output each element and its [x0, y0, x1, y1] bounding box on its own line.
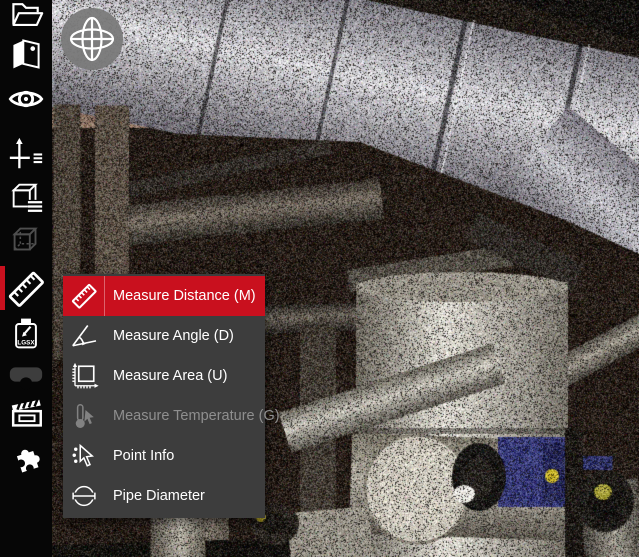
- orbit-gizmo-icon[interactable]: [57, 4, 127, 74]
- sidebar-item-vr-mode: [6, 354, 46, 394]
- folder-open-icon: [8, 0, 44, 33]
- menu-item-label: Measure Angle (D): [105, 328, 234, 344]
- puzzle-icon: [8, 440, 44, 476]
- sidebar-item-visibility[interactable]: [6, 79, 46, 119]
- menu-item-label: Measure Temperature (G): [105, 408, 280, 424]
- ruler-icon: [63, 276, 105, 316]
- cube-icon: [7, 221, 45, 259]
- menu-item-measure-angle[interactable]: Measure Angle (D): [63, 316, 265, 356]
- sidebar-item-plugins[interactable]: [6, 438, 46, 478]
- sidebar-item-views[interactable]: [6, 34, 46, 74]
- menu-item-label: Point Info: [105, 448, 174, 464]
- menu-item-label: Measure Area (U): [105, 368, 227, 384]
- thermometer-icon: [63, 396, 105, 436]
- map-book-icon: [8, 36, 44, 72]
- angle-icon: [63, 316, 105, 356]
- area-icon: [63, 356, 105, 396]
- lgsx-label: LGSX: [17, 340, 35, 347]
- toolbar-sidebar: LGSX: [0, 0, 52, 557]
- sidebar-item-animation[interactable]: [6, 394, 46, 434]
- lgsx-bottle-icon: LGSX: [8, 315, 44, 351]
- menu-item-point-info[interactable]: Point Info: [63, 436, 265, 476]
- menu-item-label: Pipe Diameter: [105, 488, 205, 504]
- pipe-diameter-icon: [63, 476, 105, 516]
- menu-item-measure-distance[interactable]: Measure Distance (M): [63, 276, 265, 316]
- menu-item-label: Measure Distance (M): [105, 288, 256, 304]
- ruler-icon: [3, 266, 49, 312]
- menu-item-measure-area[interactable]: Measure Area (U): [63, 356, 265, 396]
- point-info-icon: [63, 436, 105, 476]
- sidebar-item-clipping-box: [6, 220, 46, 260]
- axis-list-icon: [7, 135, 45, 173]
- sidebar-item-export-lgsx[interactable]: LGSX: [6, 313, 46, 353]
- eye-icon: [7, 80, 45, 118]
- vr-goggles-icon: [7, 355, 45, 393]
- sidebar-item-elevations[interactable]: [6, 134, 46, 174]
- sidebar-item-measure[interactable]: [3, 266, 49, 312]
- sidebar-item-open-project[interactable]: [6, 0, 46, 35]
- measure-flyout-menu: Measure Distance (M) Measure Angle (D): [63, 274, 265, 518]
- clapperboard-icon: [7, 395, 45, 433]
- menu-item-pipe-diameter[interactable]: Pipe Diameter: [63, 476, 265, 516]
- sidebar-item-clipping-list[interactable]: [6, 177, 46, 217]
- menu-item-measure-temperature: Measure Temperature (G): [63, 396, 265, 436]
- cube-list-icon: [7, 178, 45, 216]
